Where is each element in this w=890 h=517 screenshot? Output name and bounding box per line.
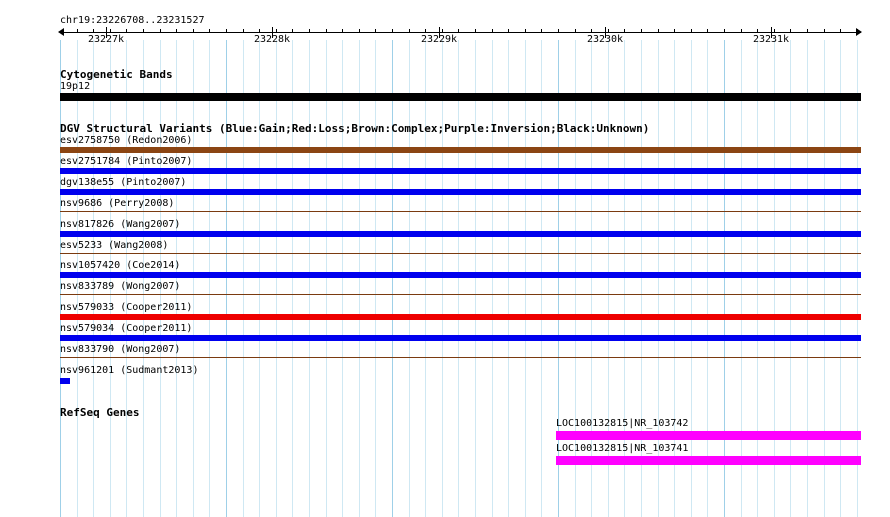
cytoband-track-title: Cytogenetic Bands	[60, 68, 173, 81]
minor-tick	[707, 29, 708, 33]
minor-tick	[425, 29, 426, 33]
dgv-feature-bar[interactable]	[60, 231, 861, 237]
ruler-left-arrow-icon[interactable]	[58, 28, 64, 36]
minor-tick	[77, 29, 78, 33]
minor-tick	[442, 29, 443, 33]
minor-tick	[126, 29, 127, 33]
dgv-feature-bar[interactable]	[60, 272, 861, 278]
refseq-gene-bar[interactable]	[556, 431, 861, 440]
location-label: chr19:23226708..23231527	[60, 15, 205, 26]
minor-tick	[558, 29, 559, 33]
cytoband-label[interactable]: 19p12	[60, 81, 90, 93]
minor-tick	[641, 29, 642, 33]
minor-tick	[857, 29, 858, 33]
dgv-feature-bar[interactable]	[60, 147, 861, 153]
minor-tick	[292, 29, 293, 33]
minor-tick	[774, 29, 775, 33]
minor-tick	[691, 29, 692, 33]
tick-label: 23230k	[586, 34, 624, 45]
dgv-track-title: DGV Structural Variants (Blue:Gain;Red:L…	[60, 122, 650, 135]
dgv-feature-label[interactable]: nsv9686 (Perry2008)	[60, 198, 174, 210]
minor-tick	[143, 29, 144, 33]
dgv-feature-label[interactable]: esv2758750 (Redon2006)	[60, 135, 192, 147]
minor-tick	[492, 29, 493, 33]
tick-label: 23227k	[87, 34, 125, 45]
minor-tick	[375, 29, 376, 33]
dgv-feature-label[interactable]: nsv1057420 (Coe2014)	[60, 260, 180, 272]
minor-tick	[458, 29, 459, 33]
tick-label: 23231k	[752, 34, 790, 45]
minor-tick	[840, 29, 841, 33]
minor-tick	[93, 29, 94, 33]
dgv-feature-bar[interactable]	[60, 168, 861, 174]
minor-tick	[608, 29, 609, 33]
dgv-feature-bar[interactable]	[60, 211, 861, 212]
minor-tick	[624, 29, 625, 33]
dgv-feature-label[interactable]: esv2751784 (Pinto2007)	[60, 156, 192, 168]
minor-tick	[790, 29, 791, 33]
dgv-feature-label[interactable]: nsv833790 (Wong2007)	[60, 344, 180, 356]
dgv-feature-bar[interactable]	[60, 314, 861, 320]
dgv-feature-label[interactable]: nsv817826 (Wang2007)	[60, 219, 180, 231]
minor-tick	[475, 29, 476, 33]
minor-tick	[276, 29, 277, 33]
minor-tick	[591, 29, 592, 33]
minor-tick	[110, 29, 111, 33]
minor-tick	[342, 29, 343, 33]
dgv-feature-bar[interactable]	[60, 378, 70, 384]
minor-tick	[824, 29, 825, 33]
minor-tick	[176, 29, 177, 33]
dgv-feature-label[interactable]: dgv138e55 (Pinto2007)	[60, 177, 186, 189]
minor-tick	[160, 29, 161, 33]
minor-tick	[409, 29, 410, 33]
refseq-gene-label[interactable]: LOC100132815|NR_103741	[556, 443, 688, 455]
minor-tick	[193, 29, 194, 33]
minor-tick	[359, 29, 360, 33]
cytoband-bar[interactable]	[60, 93, 861, 101]
tick-label: 23228k	[253, 34, 291, 45]
dgv-feature-label[interactable]: nsv579033 (Cooper2011)	[60, 302, 192, 314]
minor-tick	[508, 29, 509, 33]
minor-tick	[309, 29, 310, 33]
minor-tick	[757, 29, 758, 33]
minor-tick	[226, 29, 227, 33]
minor-tick	[807, 29, 808, 33]
dgv-feature-label[interactable]: nsv833789 (Wong2007)	[60, 281, 180, 293]
minor-tick	[724, 29, 725, 33]
minor-tick	[674, 29, 675, 33]
minor-tick	[243, 29, 244, 33]
refseq-track-title: RefSeq Genes	[60, 406, 140, 419]
dgv-feature-bar[interactable]	[60, 253, 861, 254]
minor-tick	[575, 29, 576, 33]
minor-tick	[259, 29, 260, 33]
minor-tick	[326, 29, 327, 33]
dgv-feature-bar[interactable]	[60, 294, 861, 295]
dgv-feature-label[interactable]: esv5233 (Wang2008)	[60, 240, 168, 252]
dgv-feature-label[interactable]: nsv579034 (Cooper2011)	[60, 323, 192, 335]
dgv-feature-label[interactable]: nsv961201 (Sudmant2013)	[60, 365, 198, 377]
tick-label: 23229k	[420, 34, 458, 45]
refseq-gene-label[interactable]: LOC100132815|NR_103742	[556, 418, 688, 430]
dgv-feature-bar[interactable]	[60, 335, 861, 341]
minor-tick	[392, 29, 393, 33]
minor-tick	[741, 29, 742, 33]
minor-tick	[525, 29, 526, 33]
minor-tick	[209, 29, 210, 33]
dgv-feature-bar[interactable]	[60, 357, 861, 358]
minor-tick	[541, 29, 542, 33]
minor-tick	[658, 29, 659, 33]
refseq-gene-bar[interactable]	[556, 456, 861, 465]
dgv-feature-bar[interactable]	[60, 189, 861, 195]
